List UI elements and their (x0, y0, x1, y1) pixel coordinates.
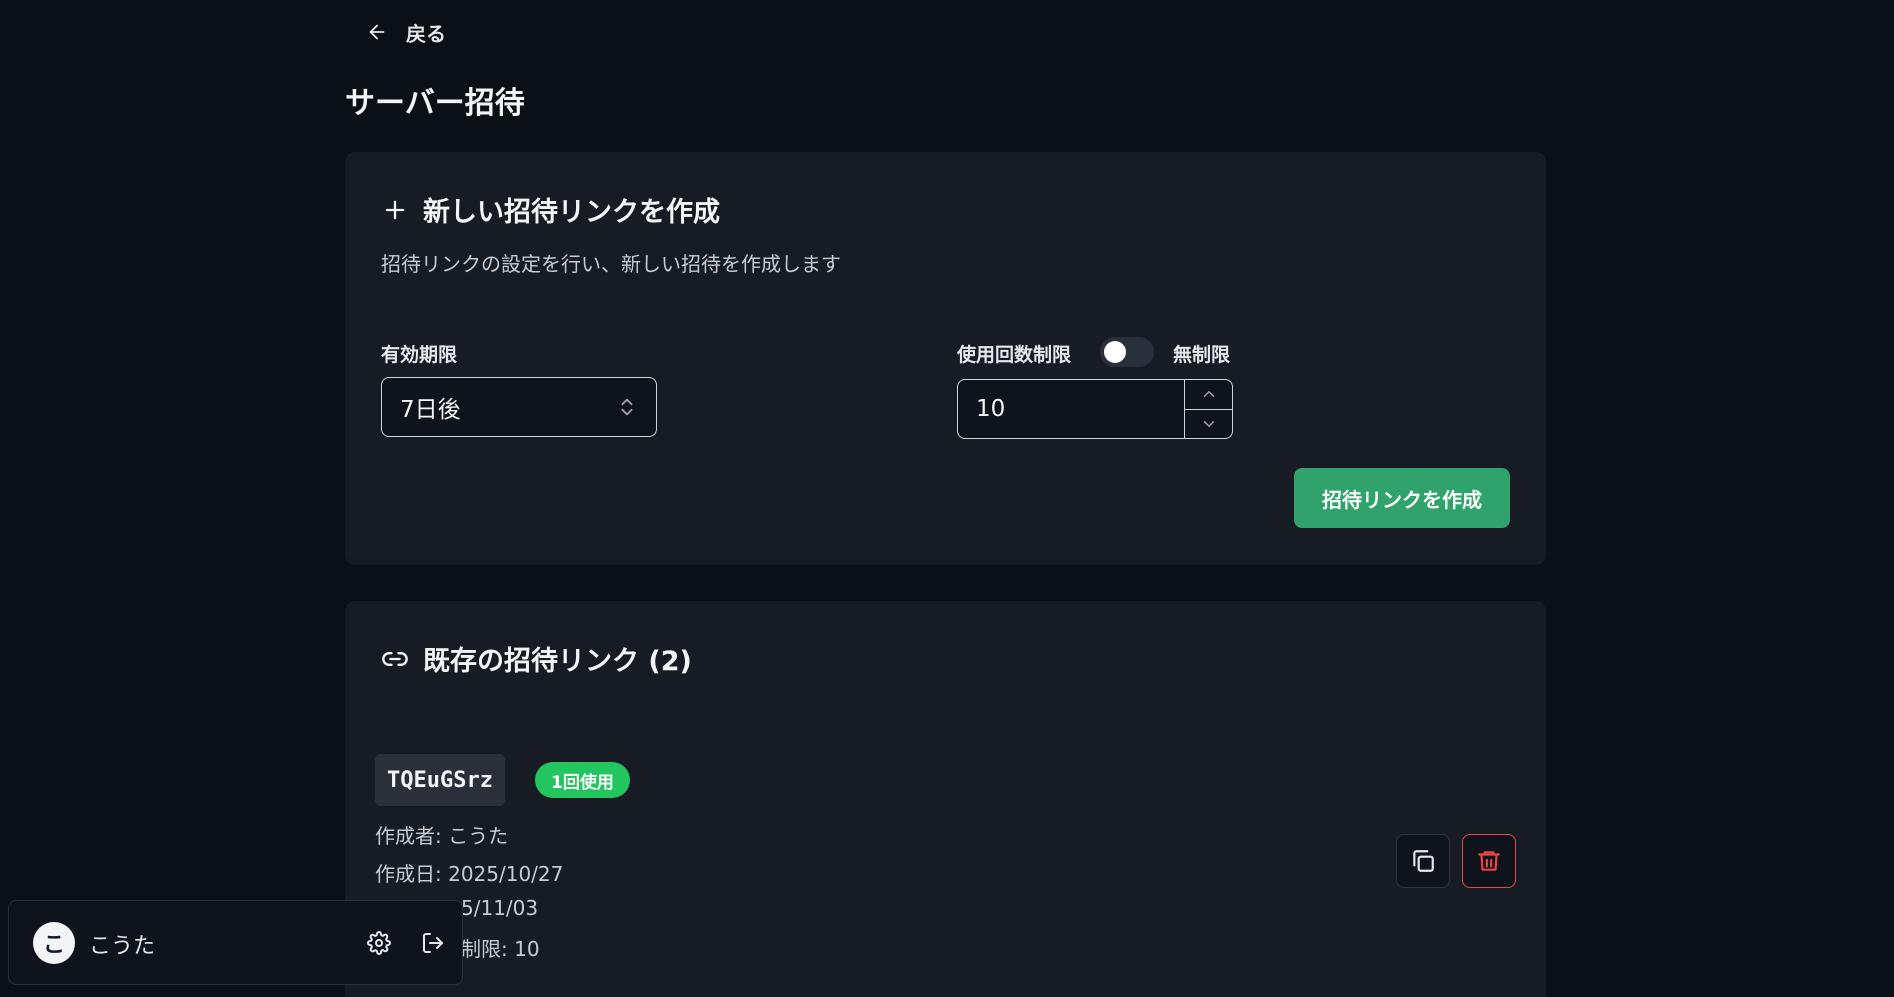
created-by: 作成者: こうた (375, 824, 509, 848)
page-title: サーバー招待 (345, 86, 525, 121)
unlimited-label: 無制限 (1173, 344, 1231, 366)
avatar[interactable]: こ (33, 922, 75, 964)
invite-code: TQEuGSrz (375, 754, 505, 806)
user-name: こうた (89, 934, 156, 959)
chevron-up-icon (1203, 391, 1214, 398)
increment-button[interactable] (1185, 380, 1232, 409)
back-link[interactable]: 戻る (360, 14, 452, 50)
create-invite-title: 新しい招待リンクを作成 (423, 197, 720, 228)
create-invite-button[interactable]: 招待リンクを作成 (1294, 468, 1510, 528)
invite-item: TQEuGSrz 1回使用 作成者: こうた 作成日: 2025/10/27 5… (375, 754, 1516, 997)
create-invite-header: 新しい招待リンクを作成 (381, 190, 720, 229)
existing-invites-header: 既存の招待リンク (2) (381, 639, 692, 678)
expiry-select-value: 7日後 (400, 397, 461, 423)
plus-icon (385, 200, 405, 219)
settings-button[interactable] (363, 927, 395, 959)
gear-icon (367, 931, 391, 955)
usage-limit: 制限: 10 (461, 937, 540, 961)
existing-invites-title: 既存の招待リンク (2) (423, 646, 692, 677)
decrement-button[interactable] (1185, 408, 1232, 439)
delete-button[interactable] (1462, 834, 1516, 888)
chevrons-up-down-icon (621, 398, 633, 416)
toggle-knob (1104, 341, 1126, 363)
expires-at: 5/11/03 (461, 896, 539, 920)
create-invite-description: 招待リンクの設定を行い、新しい招待を作成します (381, 252, 841, 276)
back-label: 戻る (406, 21, 446, 46)
expiry-label: 有効期限 (381, 344, 458, 366)
usage-limit-value[interactable]: 10 (958, 380, 1184, 438)
user-panel: こ こうた (8, 900, 463, 985)
expiry-select[interactable]: 7日後 (381, 377, 657, 437)
trash-icon (1478, 851, 1500, 871)
usage-limit-label: 使用回数制限 (957, 344, 1072, 366)
copy-icon (1413, 850, 1434, 872)
logout-icon (423, 933, 443, 953)
copy-button[interactable] (1396, 834, 1450, 888)
arrow-left-icon (369, 24, 385, 40)
usage-limit-input[interactable]: 10 (957, 379, 1233, 439)
usage-limit-stepper (1184, 380, 1232, 438)
created-at: 作成日: 2025/10/27 (375, 862, 564, 886)
usage-badge: 1回使用 (535, 762, 630, 798)
chevron-down-icon (1203, 420, 1214, 427)
link-icon (382, 651, 408, 666)
logout-button[interactable] (417, 927, 449, 959)
unlimited-toggle[interactable] (1100, 337, 1154, 367)
server-invite-page: 戻る サーバー招待 新しい招待リンクを作成 招待リンクの設定を行い、新しい招待を… (0, 0, 1894, 997)
